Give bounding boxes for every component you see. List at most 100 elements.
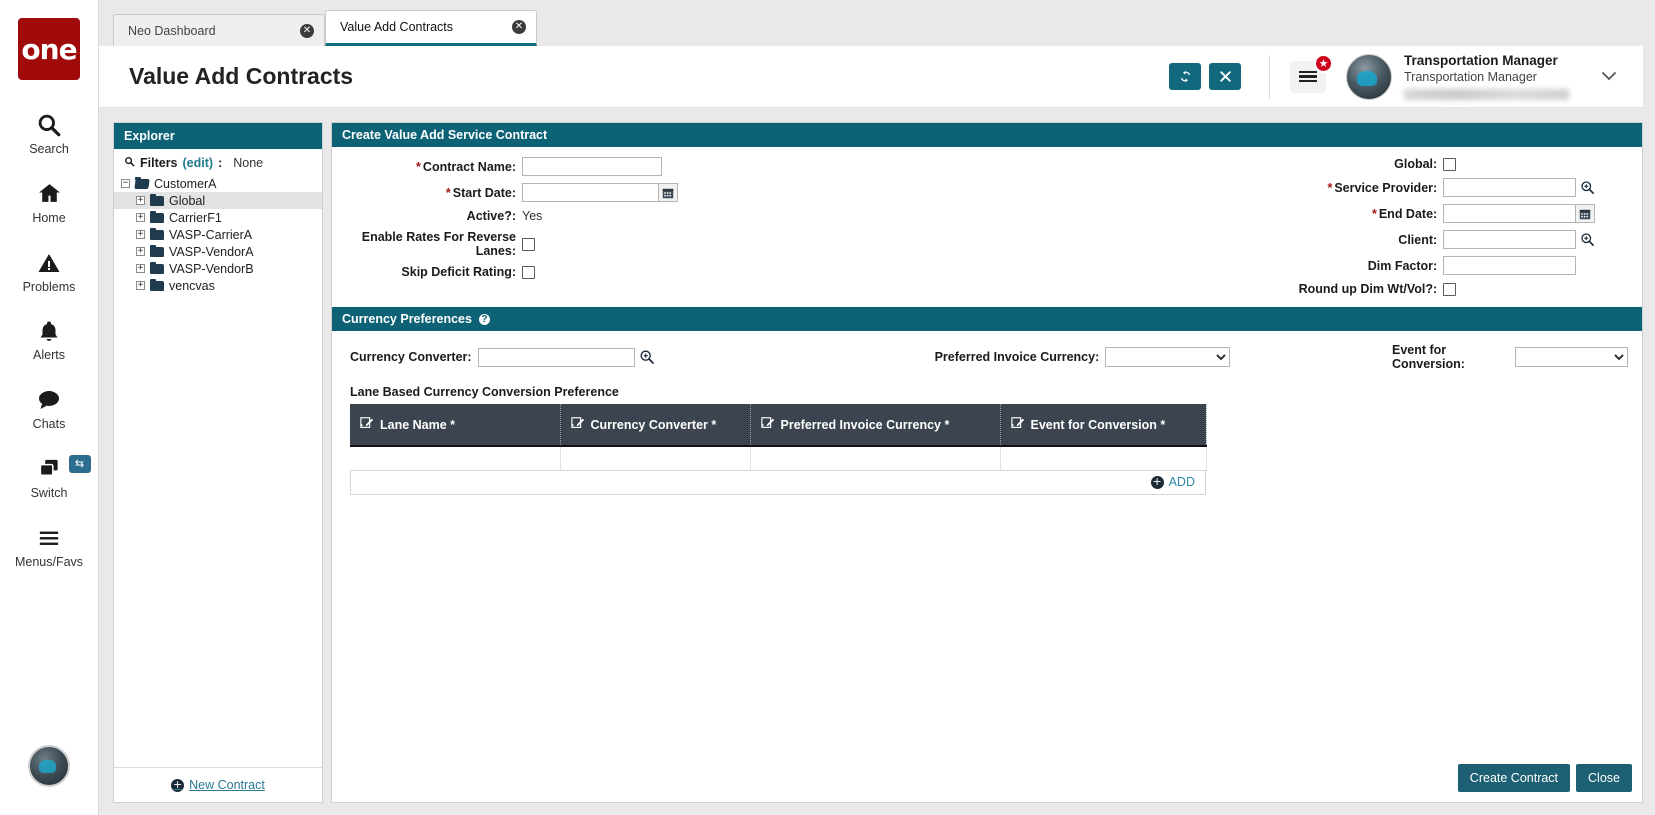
rail-item-home[interactable]: Home <box>0 179 99 226</box>
close-circle-icon[interactable]: ✕ <box>512 20 526 34</box>
global-checkbox[interactable] <box>1443 158 1456 171</box>
chevron-down-icon[interactable] <box>1591 60 1627 94</box>
content-footer-actions: Create Contract Close <box>1458 764 1632 792</box>
lane-col-lane-name[interactable]: * Lane Name * <box>350 404 560 446</box>
collapse-icon[interactable]: − <box>121 179 130 188</box>
lane-col-currency-converter[interactable]: * Currency Converter * <box>560 404 750 446</box>
event-for-conversion-label: Event for Conversion: <box>1392 343 1515 371</box>
round-up-dim-checkbox[interactable] <box>1443 283 1456 296</box>
expand-icon[interactable]: + <box>136 264 145 273</box>
avatar[interactable] <box>1346 54 1392 100</box>
rail-label-menus-favs: Menus/Favs <box>15 556 83 570</box>
tree-node-vasp-vendora[interactable]: + VASP-VendorA <box>114 243 322 260</box>
client-input[interactable] <box>1443 230 1576 249</box>
switch-windows-icon <box>32 454 66 484</box>
calendar-icon[interactable] <box>1576 204 1595 223</box>
tree-label: CarrierF1 <box>169 211 222 225</box>
expand-icon[interactable]: + <box>136 213 145 222</box>
calendar-icon[interactable] <box>659 183 678 202</box>
header-menu-button[interactable]: ★ <box>1290 61 1326 93</box>
hamburger-icon <box>32 523 66 553</box>
create-contract-section-title: Create Value Add Service Contract <box>342 128 547 142</box>
close-circle-icon[interactable]: ✕ <box>300 24 314 38</box>
rail-item-menus-favs[interactable]: Menus/Favs <box>0 523 99 570</box>
lane-table-body <box>350 446 1206 470</box>
rail-label-search: Search <box>29 143 69 157</box>
field-start-date: *Start Date: <box>332 183 1013 202</box>
filters-label: Filters <box>140 156 178 170</box>
close-button[interactable]: Close <box>1576 764 1632 792</box>
lane-col-label: Preferred Invoice Currency * <box>781 418 950 432</box>
rail-item-switch[interactable]: ⇆ Switch <box>0 454 99 501</box>
contract-name-input[interactable] <box>522 157 662 176</box>
service-provider-input[interactable] <box>1443 178 1576 197</box>
tree-label: VASP-CarrierA <box>169 228 252 242</box>
body-area: Explorer Filters (edit) : None − Custome… <box>99 108 1655 815</box>
preferred-invoice-currency-select[interactable] <box>1105 347 1230 367</box>
swap-arrows-icon[interactable]: ⇆ <box>69 455 91 473</box>
rail-label-switch: Switch <box>31 487 68 501</box>
create-contract-button[interactable]: Create Contract <box>1458 764 1570 792</box>
lane-col-preferred-invoice-currency[interactable]: * Preferred Invoice Currency * <box>750 404 1000 446</box>
event-for-conversion-select[interactable] <box>1515 347 1628 367</box>
edit-pencil-icon: * <box>571 416 585 433</box>
rail-item-alerts[interactable]: Alerts <box>0 316 99 363</box>
left-nav-rail: one Search Home Problems Alerts <box>0 0 99 815</box>
expand-icon[interactable]: + <box>136 247 145 256</box>
tree-node-customera[interactable]: − CustomerA <box>114 175 322 192</box>
new-contract-link[interactable]: + New Contract <box>171 778 265 792</box>
explorer-filters-row[interactable]: Filters (edit) : None <box>114 149 322 174</box>
rail-user-avatar[interactable] <box>28 745 70 787</box>
tree-node-vencvas[interactable]: + vencvas <box>114 277 322 294</box>
rail-item-chats[interactable]: Chats <box>0 385 99 432</box>
tab-strip: Neo Dashboard ✕ Value Add Contracts ✕ <box>99 0 1655 46</box>
hamburger-icon <box>1299 68 1317 85</box>
dim-factor-label: Dim Factor: <box>1023 259 1443 273</box>
question-mark-icon[interactable]: ? <box>478 313 491 326</box>
edit-pencil-icon: * <box>761 416 775 433</box>
form-column-left: *Contract Name: *Start Date: <box>332 157 1013 303</box>
explorer-footer: + New Contract <box>114 767 322 803</box>
add-label: ADD <box>1169 475 1195 489</box>
tab-label-value-add-contracts: Value Add Contracts <box>340 20 453 34</box>
expand-icon[interactable]: + <box>136 196 145 205</box>
brand-logo[interactable]: one <box>18 18 80 80</box>
end-date-input[interactable] <box>1443 204 1576 223</box>
add-lane-row-button[interactable]: + ADD <box>1151 475 1195 489</box>
start-date-input[interactable] <box>522 183 659 202</box>
filters-edit-link[interactable]: (edit) <box>183 156 214 170</box>
table-row[interactable] <box>350 446 1206 470</box>
explorer-tree: − CustomerA + Global + CarrierF1 <box>114 174 322 767</box>
tree-node-carrierf1[interactable]: + CarrierF1 <box>114 209 322 226</box>
tree-label: Global <box>169 194 205 208</box>
magnifier-zoom-icon[interactable] <box>1580 232 1595 247</box>
skip-deficit-rating-checkbox[interactable] <box>522 266 535 279</box>
lane-table-title: Lane Based Currency Conversion Preferenc… <box>332 377 1642 404</box>
refresh-icon[interactable] <box>1169 63 1201 90</box>
tree-node-vasp-carriera[interactable]: + VASP-CarrierA <box>114 226 322 243</box>
rail-item-problems[interactable]: Problems <box>0 248 99 295</box>
x-icon[interactable] <box>1209 63 1241 90</box>
new-contract-label: New Contract <box>189 778 265 792</box>
magnifier-zoom-icon[interactable] <box>1580 180 1595 195</box>
header-divider <box>1269 55 1270 99</box>
dim-factor-input[interactable] <box>1443 256 1576 275</box>
currency-converter-input[interactable] <box>478 348 635 367</box>
rail-item-search[interactable]: Search <box>0 110 99 157</box>
expand-icon[interactable]: + <box>136 230 145 239</box>
tree-node-global[interactable]: + Global <box>114 192 322 209</box>
expand-icon[interactable]: + <box>136 281 145 290</box>
tab-value-add-contracts[interactable]: Value Add Contracts ✕ <box>325 10 537 46</box>
lane-col-label: Currency Converter * <box>591 418 717 432</box>
tree-node-vasp-vendorb[interactable]: + VASP-VendorB <box>114 260 322 277</box>
tree-label: VASP-VendorA <box>169 245 254 259</box>
tab-neo-dashboard[interactable]: Neo Dashboard ✕ <box>113 14 325 46</box>
bell-icon <box>32 316 66 346</box>
lane-table-footer: + ADD <box>350 471 1206 495</box>
user-info: Transportation Manager Transportation Ma… <box>1404 53 1569 100</box>
magnifier-zoom-icon[interactable] <box>639 349 655 365</box>
lane-col-event-for-conversion[interactable]: * Event for Conversion * <box>1000 404 1206 446</box>
enable-reverse-lanes-checkbox[interactable] <box>522 238 535 251</box>
content-panel: Create Value Add Service Contract *Contr… <box>331 122 1643 803</box>
field-event-for-conversion: Event for Conversion: <box>1392 343 1642 371</box>
